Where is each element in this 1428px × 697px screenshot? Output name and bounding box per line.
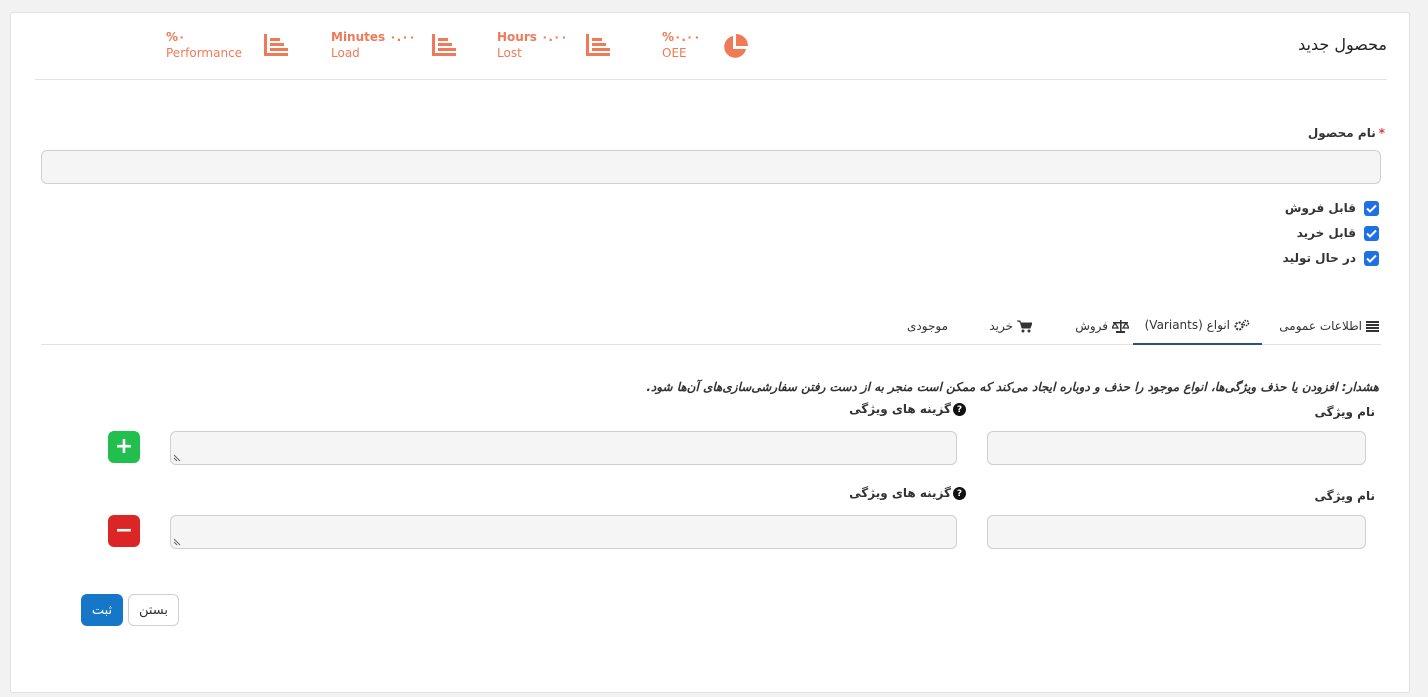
tab-label: موجودی — [907, 319, 948, 333]
resize-grip-icon[interactable] — [173, 538, 181, 546]
stat-value: Hours ٠.٠٠ — [497, 30, 568, 44]
tab-label: اطلاعات عمومی — [1279, 319, 1362, 333]
tab-label: انواع (Variants) — [1144, 318, 1230, 332]
stat-value: Minutes ٠.٠٠ — [331, 30, 416, 44]
stat-label: Lost — [497, 46, 522, 60]
checkbox-can-be-purchased[interactable]: قابل خرید — [1297, 224, 1379, 242]
header: محصول جدید %٠ Performance Minutes ٠.٠٠ L… — [35, 13, 1387, 80]
variants-warning: هشدار: افزودن یا حذف ویژگی‌ها، انواع موج… — [646, 380, 1379, 394]
stat-value: %٠.٠٠ — [662, 30, 701, 44]
help-icon[interactable]: ? — [953, 487, 966, 500]
add-attribute-button[interactable]: + — [108, 431, 140, 463]
tab-inventory[interactable]: موجودی — [907, 307, 948, 345]
product-name-input[interactable] — [41, 150, 1381, 184]
help-icon[interactable]: ? — [953, 403, 966, 416]
cart-icon — [1017, 320, 1032, 332]
form-card: محصول جدید %٠ Performance Minutes ٠.٠٠ L… — [10, 12, 1410, 693]
checkbox-label: قابل خرید — [1296, 226, 1356, 240]
attribute-name-label: نام ویژگی — [1314, 405, 1375, 419]
page-title: محصول جدید — [1298, 35, 1387, 54]
stat-value: %٠ — [166, 30, 186, 44]
checkbox-label: در حال تولید — [1282, 251, 1356, 265]
tab-label: فروش — [1075, 319, 1108, 333]
checkbox-can-be-sold[interactable]: قابل فروش — [1285, 199, 1379, 217]
required-mark: * — [1378, 126, 1385, 140]
bar-chart-icon — [586, 34, 610, 60]
resize-grip-icon[interactable] — [173, 454, 181, 462]
product-name-label: *نام محصول — [1307, 126, 1385, 140]
gears-icon — [1234, 319, 1250, 331]
stat-performance: %٠ Performance — [166, 29, 242, 63]
checkbox-in-production[interactable]: در حال تولید — [1283, 249, 1379, 267]
bar-chart-icon — [264, 34, 288, 60]
attribute-name-input[interactable] — [987, 515, 1366, 549]
attribute-options-textarea[interactable] — [170, 431, 957, 465]
list-icon — [1366, 320, 1379, 332]
bar-chart-icon — [432, 34, 456, 60]
checkbox-checked-icon[interactable] — [1364, 200, 1379, 216]
close-button[interactable]: بستن — [128, 594, 179, 626]
tab-purchase[interactable]: خرید — [989, 307, 1032, 345]
stat-label: Load — [331, 46, 360, 60]
checkbox-checked-icon[interactable] — [1364, 225, 1379, 241]
attribute-name-input[interactable] — [987, 431, 1366, 465]
attribute-options-label: ?گزینه های ویژگی — [849, 486, 966, 500]
stat-label: Performance — [166, 46, 243, 60]
checkbox-label: قابل فروش — [1284, 201, 1356, 215]
attribute-options-label: ?گزینه های ویژگی — [849, 402, 966, 416]
submit-button[interactable]: ثبت — [81, 594, 123, 626]
tab-variants[interactable]: انواع (Variants) — [1132, 307, 1262, 345]
attribute-options-textarea[interactable] — [170, 515, 957, 549]
stat-oee: %٠.٠٠ OEE — [662, 29, 701, 63]
stat-lost: Hours ٠.٠٠ Lost — [497, 29, 568, 63]
stat-label: OEE — [662, 46, 687, 60]
tab-general-info[interactable]: اطلاعات عمومی — [1277, 307, 1381, 345]
remove-attribute-button[interactable]: − — [108, 515, 140, 547]
tab-bar: اطلاعات عمومی انواع (Variants) فروش خرید… — [41, 307, 1381, 345]
attribute-name-label: نام ویژگی — [1314, 489, 1375, 503]
stat-load: Minutes ٠.٠٠ Load — [331, 29, 416, 63]
checkbox-checked-icon[interactable] — [1364, 250, 1379, 266]
tab-label: خرید — [989, 319, 1013, 333]
tab-sales[interactable]: فروش — [1075, 307, 1129, 345]
pie-chart-icon — [721, 33, 749, 65]
scale-icon — [1112, 319, 1129, 333]
